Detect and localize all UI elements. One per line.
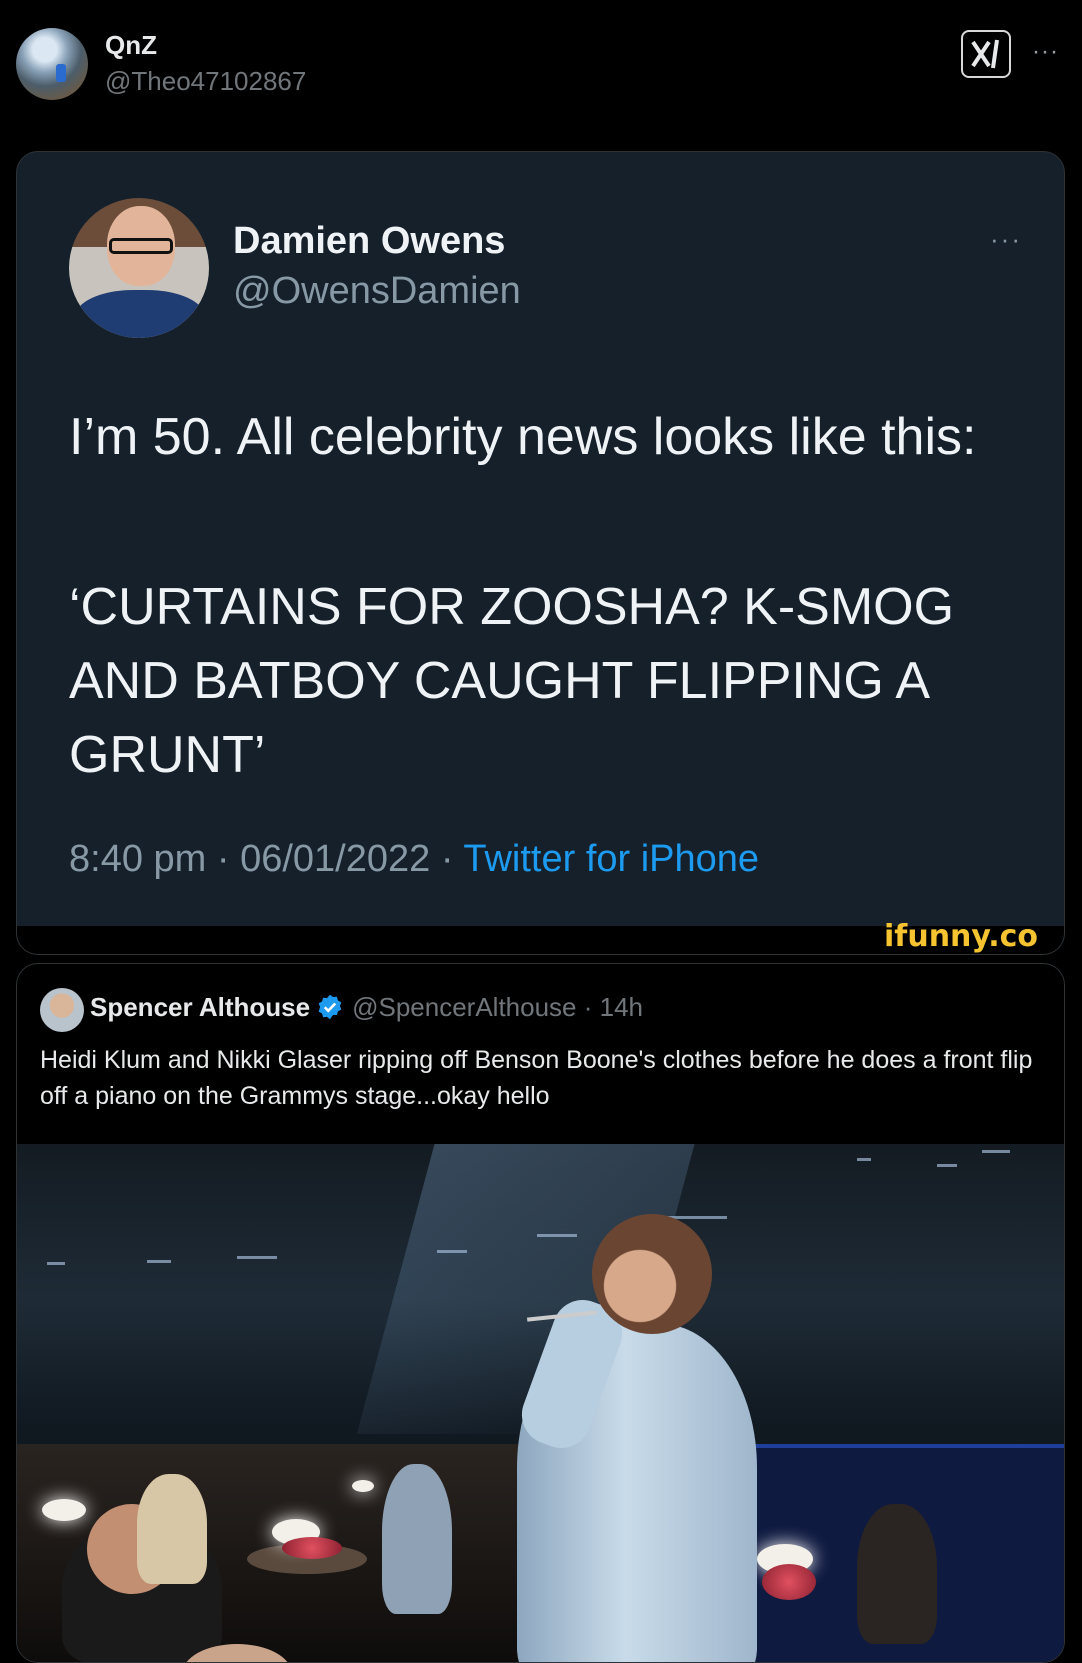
quoted-tweet-age[interactable]: 14h	[600, 992, 643, 1022]
quoted-author-handle[interactable]: @SpencerAlthouse	[352, 992, 576, 1022]
quoted-tweet[interactable]: Spencer Althouse @SpencerAlthouse · 14h H…	[16, 963, 1065, 1663]
user-avatar[interactable]	[16, 28, 88, 100]
post-header: QnZ @Theo47102867 ···	[0, 0, 1082, 130]
screenshot-author-handle: @OwensDamien	[233, 270, 521, 312]
quoted-tweet-video-still[interactable]	[17, 1144, 1064, 1662]
screenshot-source: Twitter for iPhone	[463, 838, 760, 880]
display-name[interactable]: QnZ	[105, 30, 157, 61]
screenshot-more-icon: ···	[990, 224, 1022, 254]
quoted-tweet-text: Heidi Klum and Nikki Glaser ripping off …	[40, 1046, 1033, 1110]
screenshot-avatar	[69, 198, 209, 338]
screenshot-time: 8:40 pm	[69, 838, 207, 880]
tweet-screenshot-image[interactable]: Damien Owens @OwensDamien ··· I’m 50. Al…	[16, 151, 1065, 955]
verified-badge-icon	[318, 994, 342, 1020]
screenshot-headline-quote: ‘CURTAINS FOR ZOOSHA? K-SMOG AND BATBOY …	[69, 578, 955, 784]
screenshot-tweet-text: I’m 50. All celebrity news looks like th…	[69, 408, 977, 466]
grok-icon[interactable]	[961, 30, 1011, 78]
screenshot-tweet-meta: 8:40 pm · 06/01/2022 · Twitter for iPhon…	[69, 838, 760, 880]
more-icon[interactable]: ···	[1032, 38, 1059, 66]
screenshot-date: 06/01/2022	[240, 838, 431, 880]
quoted-tweet-header: Spencer Althouse @SpencerAlthouse · 14h	[90, 992, 644, 1022]
screenshot-author-name: Damien Owens	[233, 220, 506, 262]
quoted-avatar[interactable]	[40, 988, 84, 1032]
quoted-author-name[interactable]: Spencer Althouse	[90, 992, 310, 1022]
watermark-logo: ifunny.co	[884, 919, 1038, 954]
user-handle[interactable]: @Theo47102867	[105, 66, 306, 97]
